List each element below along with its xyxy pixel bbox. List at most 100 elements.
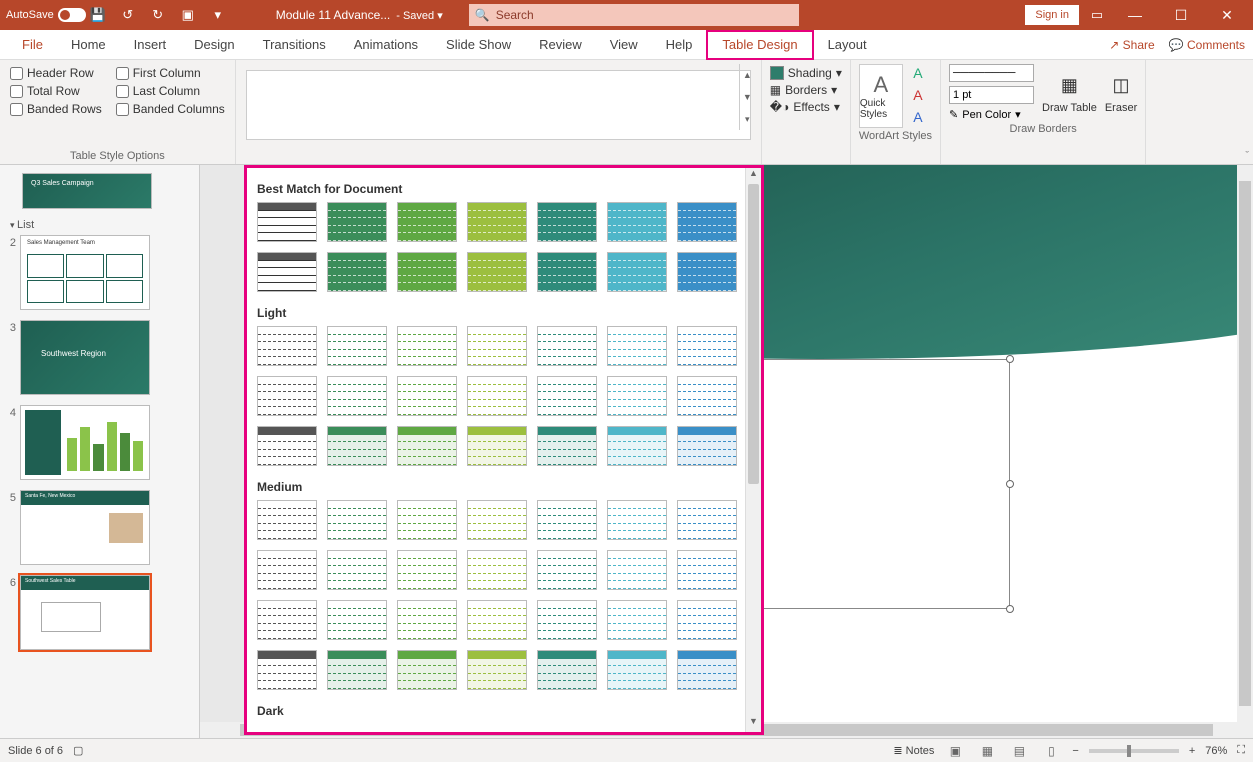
table-style-item[interactable] (537, 650, 597, 690)
view-reading-icon[interactable]: ▤ (1008, 742, 1030, 760)
table-style-item[interactable] (607, 326, 667, 366)
table-style-item[interactable] (467, 650, 527, 690)
table-style-item[interactable] (677, 376, 737, 416)
signin-button[interactable]: Sign in (1025, 5, 1079, 25)
table-style-item[interactable] (257, 500, 317, 540)
table-style-item[interactable] (537, 550, 597, 590)
table-style-item[interactable] (327, 326, 387, 366)
from-beginning-icon[interactable]: ▣ (176, 3, 200, 27)
table-style-item[interactable] (677, 202, 737, 242)
view-normal-icon[interactable]: ▣ (944, 742, 966, 760)
table-style-item[interactable] (537, 426, 597, 466)
gallery-scroll-down-icon[interactable]: ▼ (746, 716, 761, 732)
expand-icon[interactable]: ▾ (740, 108, 755, 130)
save-icon[interactable]: 💾 (86, 3, 110, 27)
table-style-item[interactable] (537, 202, 597, 242)
pen-style-select[interactable]: ──────── (949, 64, 1034, 82)
table-style-item[interactable] (397, 376, 457, 416)
table-style-item[interactable] (327, 650, 387, 690)
search-box[interactable]: 🔍 Search (469, 4, 799, 26)
shading-button[interactable]: Shading ▾ (770, 66, 842, 80)
table-style-item[interactable] (327, 376, 387, 416)
tab-view[interactable]: View (596, 30, 652, 60)
accessibility-icon[interactable]: ▢ (73, 744, 83, 757)
chk-first-column[interactable]: First Column (116, 66, 225, 80)
table-style-item[interactable] (467, 326, 527, 366)
tab-help[interactable]: Help (652, 30, 707, 60)
table-style-item[interactable] (607, 376, 667, 416)
table-style-item[interactable] (677, 252, 737, 292)
table-style-item[interactable] (327, 500, 387, 540)
table-style-item[interactable] (327, 426, 387, 466)
view-slideshow-icon[interactable]: ▯ (1040, 742, 1062, 760)
tab-design[interactable]: Design (180, 30, 248, 60)
section-list[interactable]: List (4, 217, 195, 235)
borders-button[interactable]: ▦Borders ▾ (770, 83, 842, 97)
table-style-item[interactable] (467, 376, 527, 416)
table-style-item[interactable] (677, 500, 737, 540)
table-style-item[interactable] (397, 500, 457, 540)
table-style-item[interactable] (257, 600, 317, 640)
table-style-item[interactable] (467, 252, 527, 292)
gallery-scrollbar[interactable]: ▲ ▼ (745, 168, 761, 732)
zoom-out-button[interactable]: − (1072, 745, 1078, 757)
qat-more-icon[interactable]: ▾ (206, 3, 230, 27)
table-style-item[interactable] (467, 426, 527, 466)
table-style-item[interactable] (467, 550, 527, 590)
table-style-item[interactable] (467, 202, 527, 242)
tab-home[interactable]: Home (57, 30, 120, 60)
tab-transitions[interactable]: Transitions (249, 30, 340, 60)
chk-banded-columns[interactable]: Banded Columns (116, 102, 225, 116)
quick-styles-button[interactable]: AQuick Styles (859, 64, 903, 128)
handle-mr[interactable] (1006, 480, 1014, 488)
table-style-item[interactable] (397, 600, 457, 640)
scroll-down-icon[interactable]: ▼ (740, 86, 755, 108)
zoom-in-button[interactable]: + (1189, 745, 1195, 757)
table-style-item[interactable] (677, 600, 737, 640)
table-style-item[interactable] (257, 376, 317, 416)
table-style-item[interactable] (257, 550, 317, 590)
text-effects-icon[interactable]: A (909, 109, 927, 127)
table-style-item[interactable] (397, 252, 457, 292)
slide-counter[interactable]: Slide 6 of 6 (8, 745, 63, 757)
table-style-item[interactable] (327, 252, 387, 292)
table-style-item[interactable] (607, 600, 667, 640)
table-style-item[interactable] (397, 326, 457, 366)
text-outline-icon[interactable]: A (909, 87, 927, 105)
table-style-item[interactable] (607, 650, 667, 690)
saved-state[interactable]: - Saved ▾ (396, 9, 443, 22)
table-style-item[interactable] (257, 650, 317, 690)
scroll-up-icon[interactable]: ▲ (740, 64, 755, 86)
table-style-item[interactable] (607, 252, 667, 292)
table-style-item[interactable] (467, 500, 527, 540)
thumb-section-cover[interactable]: Q3 Sales Campaign (22, 173, 152, 209)
table-style-item[interactable] (677, 550, 737, 590)
table-styles-gallery-preview[interactable]: ▲ ▼ ▾ (246, 70, 751, 140)
gallery-scroll-up-icon[interactable]: ▲ (746, 168, 761, 184)
table-style-item[interactable] (607, 202, 667, 242)
tab-table-design[interactable]: Table Design (706, 30, 813, 60)
table-style-item[interactable] (607, 550, 667, 590)
close-button[interactable]: ✕ (1207, 7, 1247, 24)
table-styles-more-button[interactable]: ▲ ▼ ▾ (739, 64, 755, 130)
zoom-slider[interactable] (1089, 749, 1179, 753)
share-button[interactable]: ↗ Share (1109, 38, 1154, 52)
document-name[interactable]: Module 11 Advance... (276, 8, 391, 22)
tab-insert[interactable]: Insert (120, 30, 181, 60)
gallery-scroll[interactable]: Best Match for Document Light Medium Dar… (247, 168, 745, 732)
table-style-item[interactable] (327, 202, 387, 242)
redo-icon[interactable]: ↻ (146, 3, 170, 27)
chk-header-row[interactable]: Header Row (10, 66, 102, 80)
table-style-item[interactable] (537, 600, 597, 640)
chk-total-row[interactable]: Total Row (10, 84, 102, 98)
handle-tr[interactable] (1006, 355, 1014, 363)
maximize-button[interactable]: ☐ (1161, 7, 1201, 24)
collapse-ribbon-button[interactable]: ˇ (1245, 150, 1249, 162)
handle-br[interactable] (1006, 605, 1014, 613)
tab-slideshow[interactable]: Slide Show (432, 30, 525, 60)
undo-icon[interactable]: ↺ (116, 3, 140, 27)
ribbon-display-icon[interactable]: ▭ (1085, 3, 1109, 27)
view-sorter-icon[interactable]: ▦ (976, 742, 998, 760)
table-style-item[interactable] (607, 500, 667, 540)
table-style-item[interactable] (397, 202, 457, 242)
